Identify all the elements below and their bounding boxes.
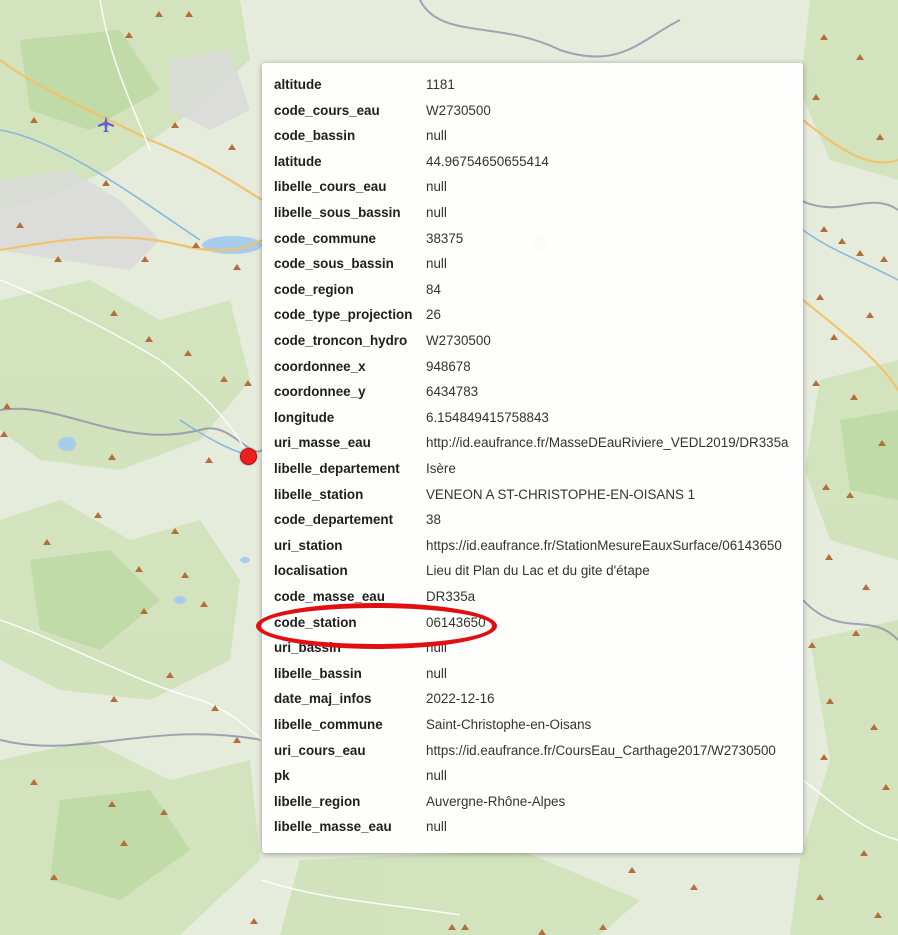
attribute-value: 1181 xyxy=(426,77,455,93)
attribute-value: 6434783 xyxy=(426,384,479,400)
attribute-key: uri_station xyxy=(274,537,343,553)
attribute-row: code_commune 38375 xyxy=(274,226,789,252)
attribute-key: code_sous_bassin xyxy=(274,256,394,272)
attribute-value: 26 xyxy=(426,307,441,323)
attribute-row: code_region 84 xyxy=(274,277,789,303)
attribute-key: libelle_departement xyxy=(274,461,400,476)
attribute-value: DR335a xyxy=(426,588,476,604)
attribute-row: pk null xyxy=(274,763,789,789)
attribute-value: VENEON A ST-CHRISTOPHE-EN-OISANS 1 xyxy=(426,486,696,502)
attribute-row: libelle_sous_bassin null xyxy=(274,200,789,226)
attribute-key: libelle_bassin xyxy=(274,665,362,681)
attribute-row: coordonnee_x 948678 xyxy=(274,354,789,380)
attribute-value: https://id.eaufrance.fr/CoursEau_Carthag… xyxy=(426,742,776,758)
attribute-value: W2730500 xyxy=(426,102,491,118)
attribute-row: localisation Lieu dit Plan du Lac et du g… xyxy=(274,558,789,584)
feature-info-popup: altitude 1181 code_cours_eau W2730500 code_b… xyxy=(262,63,803,853)
attribute-value: Lieu dit Plan du Lac et du gite d'étape xyxy=(426,563,650,579)
attribute-key: libelle_station xyxy=(274,486,364,502)
attribute-row: libelle_bassin null xyxy=(274,661,789,687)
attribute-row: libelle_cours_eau null xyxy=(274,174,789,200)
attribute-row: uri_bassin null xyxy=(274,635,789,661)
attribute-key: code_region xyxy=(274,281,354,297)
attribute-value: 6.154849415758843 xyxy=(426,409,549,425)
attribute-value: null xyxy=(426,205,447,221)
attribute-value: null xyxy=(426,819,447,835)
attribute-value: 84 xyxy=(426,281,441,297)
attribute-key: code_masse_eau xyxy=(274,588,385,604)
attribute-key: libelle_sous_bassin xyxy=(274,205,401,221)
attribute-key: coordonnee_y xyxy=(274,384,366,400)
attribute-value: 2022-12-16 xyxy=(426,691,495,707)
attribute-key: code_commune xyxy=(274,230,376,246)
attribute-value: 38 xyxy=(426,512,441,528)
attribute-row: uri_masse_eau http://id.eaufrance.fr/Mass… xyxy=(274,430,789,456)
attribute-key: libelle_commune xyxy=(274,716,383,732)
attribute-key: libelle_masse_eau xyxy=(274,819,392,835)
attribute-key: localisation xyxy=(274,563,348,579)
attribute-key: latitude xyxy=(274,153,322,169)
attribute-row: code_troncon_hydro W2730500 xyxy=(274,328,789,354)
attribute-row: code_departement 38 xyxy=(274,507,789,533)
attribute-row: code_station 06143650 xyxy=(274,609,789,635)
attribute-row: latitude 44.96754650655414 xyxy=(274,149,789,175)
attribute-value: http://id.eaufrance.fr/MasseDEauRiviere_… xyxy=(426,435,789,451)
attribute-row: libelle_region Auvergne-Rhône-Alpes xyxy=(274,789,789,815)
attribute-value: 38375 xyxy=(426,230,464,246)
attribute-key: pk xyxy=(274,768,290,784)
attribute-key: uri_masse_eau xyxy=(274,435,371,451)
attribute-value: https://id.eaufrance.fr/StationMesureEau… xyxy=(426,537,782,553)
attribute-value: 948678 xyxy=(426,358,471,374)
attribute-value: Auvergne-Rhône-Alpes xyxy=(426,793,566,809)
attribute-key: code_troncon_hydro xyxy=(274,333,408,349)
attribute-row: libelle_masse_eau null xyxy=(274,814,789,840)
attribute-row: code_bassin null xyxy=(274,123,789,149)
attribute-value: null xyxy=(426,665,447,681)
attribute-row: libelle_station VENEON A ST-CHRISTOPHE-EN… xyxy=(274,482,789,508)
attribute-key: uri_cours_eau xyxy=(274,742,366,758)
attribute-value: null xyxy=(426,640,447,656)
attribute-value: null xyxy=(426,128,447,144)
attribute-row: code_sous_bassin null xyxy=(274,251,789,277)
attribute-key: longitude xyxy=(274,409,335,425)
attribute-key: libelle_region xyxy=(274,793,361,809)
attribute-row: code_type_projection 26 xyxy=(274,302,789,328)
attribute-row: coordonnee_y 6434783 xyxy=(274,379,789,405)
attribute-value: null xyxy=(426,256,447,272)
attribute-value: null xyxy=(426,179,447,195)
attribute-value: 06143650 xyxy=(426,614,486,630)
attribute-row: uri_cours_eau https://id.eaufrance.fr/Cou… xyxy=(274,737,789,763)
attribute-key: coordonnee_x xyxy=(274,358,366,374)
attribute-row: libelle_departement Isère xyxy=(274,456,789,482)
attribute-key: date_maj_infos xyxy=(274,691,372,707)
attribute-key: code_cours_eau xyxy=(274,102,380,118)
attribute-key: code_departement xyxy=(274,512,394,528)
attribute-row: altitude 1181 xyxy=(274,72,789,98)
attribute-key: code_bassin xyxy=(274,128,356,144)
attribute-key: code_station xyxy=(274,614,357,630)
attribute-row: uri_station https://id.eaufrance.fr/Stati… xyxy=(274,533,789,559)
attribute-value: Saint-Christophe-en-Oisans xyxy=(426,716,592,732)
station-marker[interactable] xyxy=(240,448,257,465)
attribute-value: 44.96754650655414 xyxy=(426,153,549,169)
attribute-key: code_type_projection xyxy=(274,307,413,323)
attribute-table: altitude 1181 code_cours_eau W2730500 code_b… xyxy=(274,72,789,840)
attribute-row: longitude 6.154849415758843 xyxy=(274,405,789,431)
attribute-key: altitude xyxy=(274,77,322,93)
attribute-key: libelle_cours_eau xyxy=(274,179,387,195)
attribute-row: date_maj_infos 2022-12-16 xyxy=(274,686,789,712)
attribute-row: code_cours_eau W2730500 xyxy=(274,98,789,124)
attribute-value: Isère xyxy=(426,461,456,476)
attribute-row: code_masse_eau DR335a xyxy=(274,584,789,610)
attribute-value: null xyxy=(426,768,447,784)
attribute-row: libelle_commune Saint-Christophe-en-Oisan… xyxy=(274,712,789,738)
attribute-value: W2730500 xyxy=(426,333,491,349)
attribute-key: uri_bassin xyxy=(274,640,341,656)
